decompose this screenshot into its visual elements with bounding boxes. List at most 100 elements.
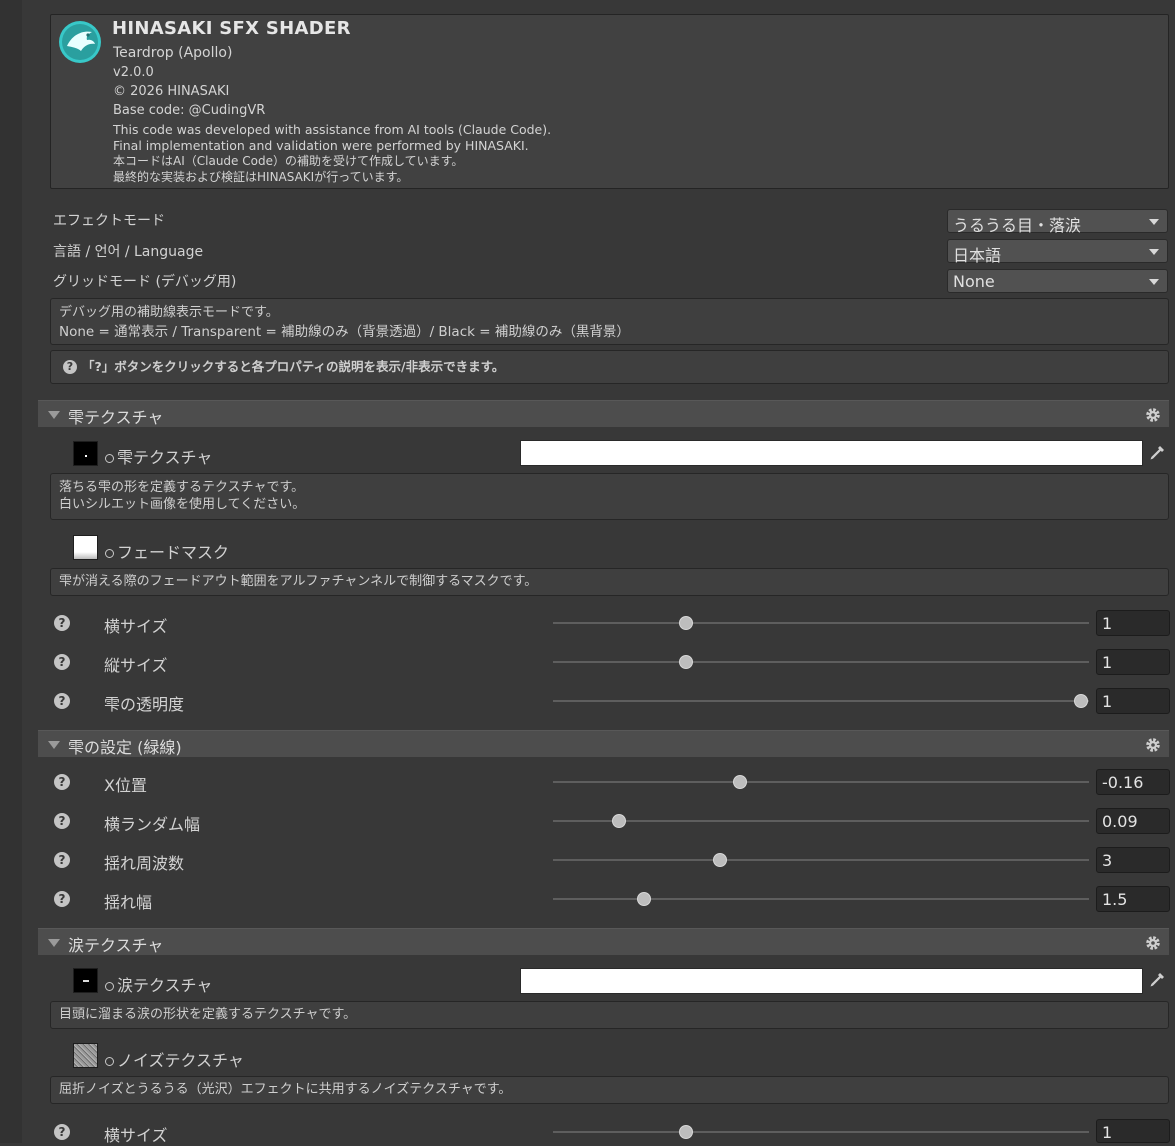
tear-texture-info-text: 目頭に溜まる涙の形状を定義するテクスチャです。 (59, 1007, 357, 1022)
language-value: 日本語 (953, 246, 1002, 265)
help-button[interactable]: ? (54, 654, 70, 670)
tear-texture-info-box: 目頭に溜まる涙の形状を定義するテクスチャです。 (50, 1001, 1169, 1029)
gear-icon[interactable] (1145, 935, 1161, 951)
tear-texture-label: 涙テクスチャ (105, 972, 212, 996)
slider-label: X位置 (104, 776, 147, 795)
slider-label: 縦サイズ (104, 656, 168, 675)
help-tip-text: 「?」ボタンをクリックすると各プロパティの説明を表示/非表示できます。 (82, 359, 505, 374)
slider-track[interactable] (553, 700, 1089, 702)
help-button[interactable]: ? (54, 852, 70, 868)
language-label: 言語 / 언어 / Language (53, 244, 204, 260)
effect-mode-dropdown[interactable]: うるうる目・落涙 (947, 209, 1168, 235)
tear-texture-color-field[interactable] (520, 968, 1143, 994)
drop-texture-info-box: 落ちる雫の形を定義するテクスチャです。 白いシルエット画像を使用してください。 (50, 473, 1169, 520)
slider-value-field[interactable]: 1 (1096, 1119, 1170, 1143)
section-drop-texture[interactable]: 雫テクスチャ (38, 400, 1169, 427)
slider-knob[interactable] (678, 1125, 693, 1139)
section-title: 涙テクスチャ (68, 936, 164, 955)
grid-mode-label: グリッドモード (デバッグ用) (53, 274, 237, 290)
noise-texture-thumbnail[interactable] (73, 1043, 98, 1068)
slider-label: 横サイズ (104, 617, 168, 636)
eyedropper-icon[interactable] (1148, 444, 1166, 462)
help-button[interactable]: ? (54, 615, 70, 631)
chevron-down-icon (1149, 279, 1159, 285)
fade-mask-thumbnail[interactable] (73, 535, 98, 560)
help-button[interactable]: ? (54, 891, 70, 907)
shader-subtitle: Teardrop (Apollo) (113, 45, 233, 61)
noise-texture-label: ノイズテクスチャ (105, 1047, 244, 1071)
drop-texture-info-line-2: 白いシルエット画像を使用してください。 (59, 497, 306, 512)
help-button[interactable]: ? (54, 774, 70, 790)
gear-icon[interactable] (1145, 737, 1161, 753)
drop-texture-info-line-1: 落ちる雫の形を定義するテクスチャです。 (59, 480, 305, 495)
language-dropdown[interactable]: 日本語 (947, 239, 1168, 265)
drop-texture-thumbnail[interactable] (73, 441, 98, 466)
grid-mode-value: None (953, 272, 995, 291)
shader-note-en-1: This code was developed with assistance … (113, 122, 552, 137)
grid-mode-dropdown[interactable]: None (947, 269, 1168, 293)
slider-value-field[interactable]: 1 (1096, 610, 1170, 636)
noise-texture-info-box: 屈折ノイズとうるうる（光沢）エフェクトに共用するノイズテクスチャです。 (50, 1076, 1169, 1104)
slider-knob[interactable] (678, 616, 693, 630)
grid-info-line-2: None = 通常表示 / Transparent = 補助線のみ（背景透過）/… (59, 324, 630, 340)
object-ring-icon (105, 982, 114, 991)
hinasaki-logo-icon (59, 21, 101, 63)
slider-knob[interactable] (712, 853, 727, 867)
left-gutter (0, 0, 22, 1143)
slider-track[interactable] (553, 1131, 1089, 1133)
tear-texture-thumbnail[interactable] (73, 968, 98, 993)
gear-icon[interactable] (1145, 407, 1161, 423)
shader-note-en-2: Final implementation and validation were… (113, 138, 529, 153)
section-title: 雫テクスチャ (68, 408, 164, 427)
slider-value-field[interactable]: 1 (1096, 688, 1170, 714)
shader-version: v2.0.0 (113, 65, 154, 80)
effect-mode-label: エフェクトモード (53, 213, 165, 229)
fade-mask-info-text: 雫が消える際のフェードアウト範囲をアルファチャンネルで制御するマスクです。 (59, 574, 538, 589)
shader-base-code: Base code: @CudingVR (113, 103, 266, 118)
slider-track[interactable] (553, 859, 1089, 861)
slider-knob[interactable] (1074, 694, 1088, 708)
section-drop-settings[interactable]: 雫の設定 (緑線) (38, 730, 1169, 757)
chevron-down-icon (1149, 219, 1159, 225)
effect-mode-value: うるうる目・落涙 (953, 216, 1082, 235)
shader-title: HINASAKI SFX SHADER (112, 18, 351, 39)
help-icon: ? (63, 360, 77, 374)
grid-mode-info-box: デバッグ用の補助線表示モードです。 None = 通常表示 / Transpar… (50, 298, 1169, 345)
slider-track[interactable] (553, 898, 1089, 900)
slider-value-field[interactable]: -0.16 (1096, 769, 1170, 795)
drop-texture-label: 雫テクスチャ (105, 444, 212, 468)
grid-info-line-1: デバッグ用の補助線表示モードです。 (59, 305, 279, 320)
shader-note-ja-1: 本コードはAI（Claude Code）の補助を受けて作成しています。 (113, 154, 464, 168)
help-button[interactable]: ? (54, 1124, 70, 1140)
shader-note-ja-2: 最終的な実装および検証はHINASAKIが行っています。 (113, 170, 409, 184)
slider-label: 横ランダム幅 (104, 815, 201, 834)
slider-value-field[interactable]: 1 (1096, 649, 1170, 675)
foldout-triangle-icon (48, 939, 60, 947)
fade-mask-label: フェードマスク (105, 539, 229, 563)
slider-value-field[interactable]: 1.5 (1096, 886, 1170, 912)
slider-track[interactable] (553, 820, 1089, 822)
fade-mask-info-box: 雫が消える際のフェードアウト範囲をアルファチャンネルで制御するマスクです。 (50, 568, 1169, 596)
drop-texture-color-field[interactable] (520, 440, 1143, 466)
slider-label: 横サイズ (104, 1126, 168, 1145)
slider-value-field[interactable]: 0.09 (1096, 808, 1170, 834)
shader-copyright: © 2026 HINASAKI (113, 84, 230, 99)
section-title: 雫の設定 (緑線) (68, 738, 182, 757)
slider-label: 揺れ幅 (104, 893, 153, 912)
slider-track[interactable] (553, 661, 1089, 663)
slider-knob[interactable] (678, 655, 693, 669)
noise-texture-info-text: 屈折ノイズとうるうる（光沢）エフェクトに共用するノイズテクスチャです。 (59, 1082, 512, 1097)
foldout-triangle-icon (48, 741, 60, 749)
help-button[interactable]: ? (54, 813, 70, 829)
slider-value-field[interactable]: 3 (1096, 847, 1170, 873)
slider-track[interactable] (553, 781, 1089, 783)
help-button[interactable]: ? (54, 693, 70, 709)
foldout-triangle-icon (48, 411, 60, 419)
slider-track[interactable] (553, 622, 1089, 624)
slider-label: 雫の透明度 (104, 695, 185, 714)
section-tear-texture[interactable]: 涙テクスチャ (38, 928, 1169, 955)
slider-label: 揺れ周波数 (104, 854, 185, 873)
eyedropper-icon[interactable] (1148, 971, 1166, 989)
help-tip-box: ? 「?」ボタンをクリックすると各プロパティの説明を表示/非表示できます。 (50, 350, 1169, 384)
chevron-down-icon (1149, 249, 1159, 255)
